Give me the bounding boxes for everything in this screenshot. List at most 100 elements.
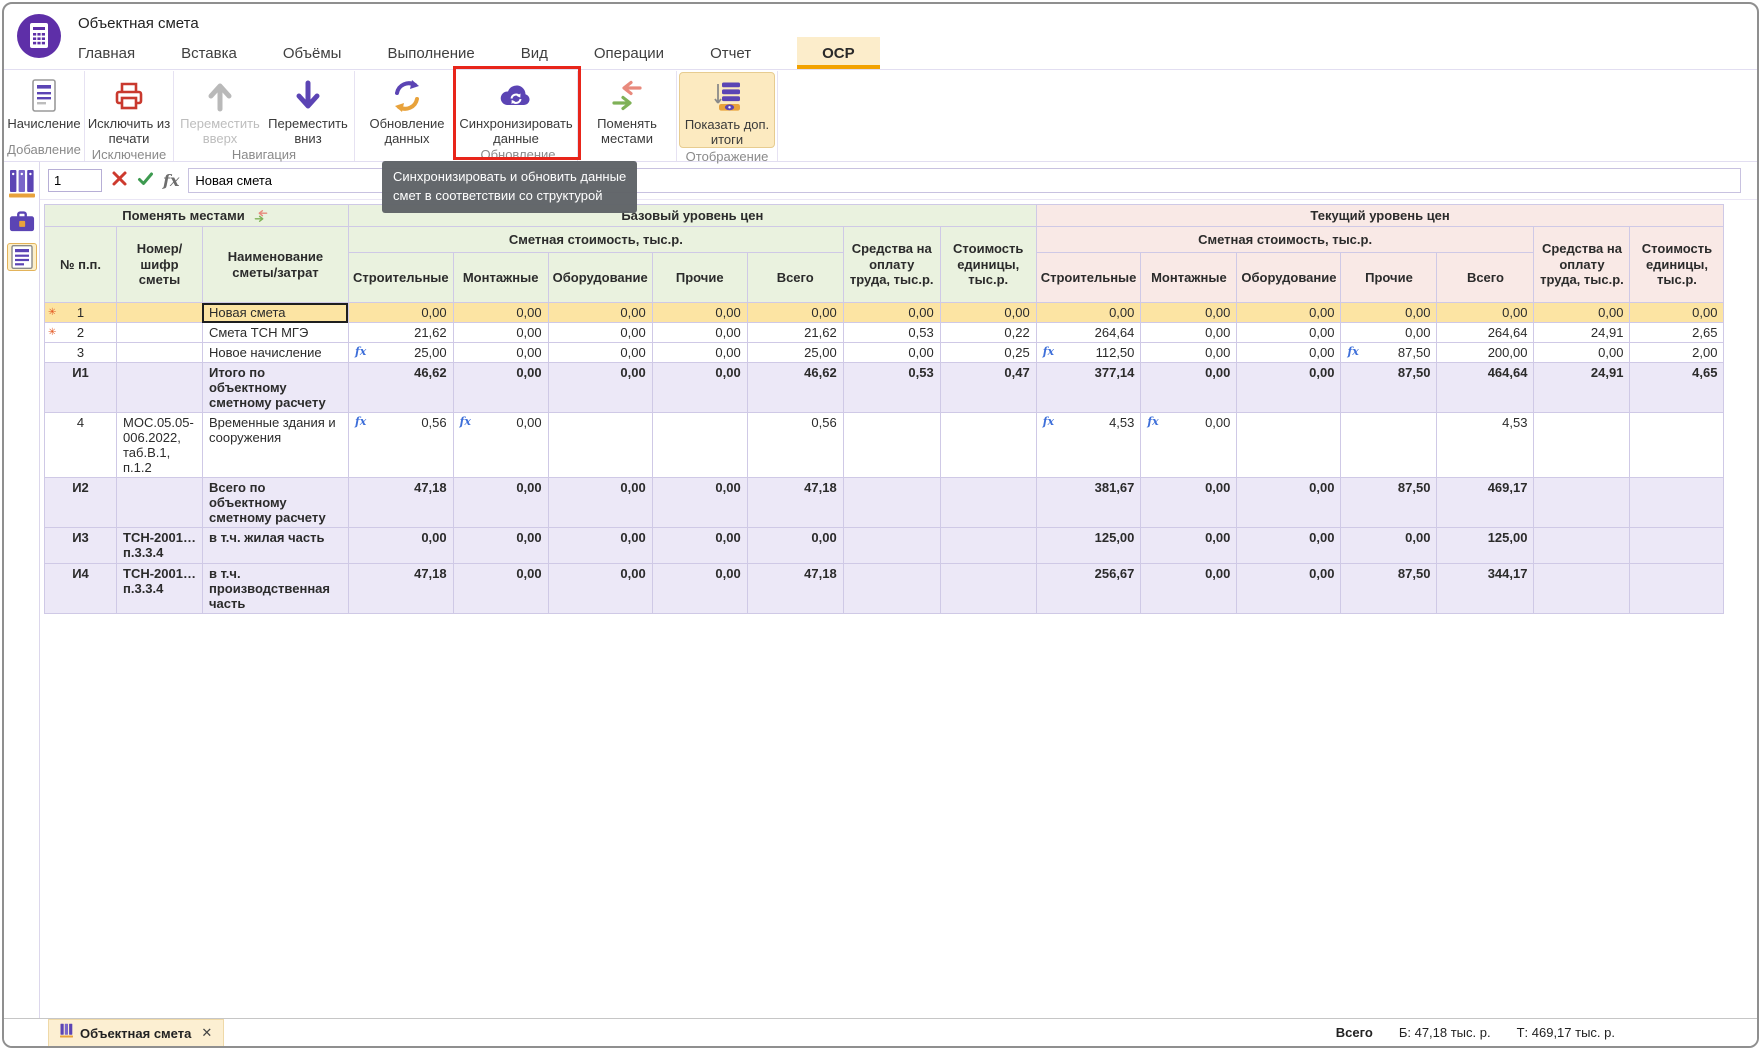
value-cell[interactable]: 0,00 bbox=[652, 528, 747, 564]
value-cell[interactable]: 0,00 bbox=[1141, 363, 1237, 413]
value-cell[interactable]: 87,50 bbox=[1341, 363, 1437, 413]
value-cell[interactable]: 0,00 bbox=[453, 528, 548, 564]
estimate-table-view-icon[interactable] bbox=[7, 243, 37, 271]
value-cell[interactable]: 0,00 bbox=[652, 323, 747, 343]
value-cell[interactable]: 0,00 bbox=[1141, 343, 1237, 363]
value-cell[interactable] bbox=[843, 528, 940, 564]
menu-tab-3[interactable]: Выполнение bbox=[387, 37, 474, 69]
estimate-name-cell[interactable]: Итого по объектному сметному расчету bbox=[202, 363, 348, 413]
value-cell[interactable]: 0,00 bbox=[1141, 564, 1237, 614]
value-cell[interactable]: 0,00 bbox=[1237, 303, 1341, 323]
value-cell[interactable] bbox=[1534, 413, 1630, 478]
value-cell[interactable]: 125,00 bbox=[1036, 528, 1141, 564]
value-cell[interactable]: 0,00 bbox=[453, 363, 548, 413]
value-cell[interactable]: 0,00 bbox=[1237, 323, 1341, 343]
estimate-code-cell[interactable] bbox=[117, 323, 203, 343]
value-cell[interactable]: 381,67 bbox=[1036, 478, 1141, 528]
value-cell[interactable]: 0,00 bbox=[843, 303, 940, 323]
value-cell[interactable]: 264,64 bbox=[1036, 323, 1141, 343]
show-extra-totals-button[interactable]: Показать доп. итоги bbox=[679, 72, 775, 148]
menu-tab-2[interactable]: Объёмы bbox=[283, 37, 342, 69]
value-cell[interactable]: fx112,50 bbox=[1036, 343, 1141, 363]
value-cell[interactable] bbox=[1341, 413, 1437, 478]
sync-data-button[interactable]: Синхронизировать данные bbox=[457, 72, 575, 146]
estimate-code-cell[interactable]: МОС.05.05-006.2022, таб.В.1, п.1.2 bbox=[117, 413, 203, 478]
value-cell[interactable]: 125,00 bbox=[1437, 528, 1534, 564]
cancel-icon[interactable] bbox=[111, 170, 128, 192]
value-cell[interactable]: 0,00 bbox=[1237, 528, 1341, 564]
value-cell[interactable]: 0,25 bbox=[940, 343, 1036, 363]
estimate-name-cell[interactable]: Временные здания и сооружения bbox=[202, 413, 348, 478]
value-cell[interactable] bbox=[843, 413, 940, 478]
menu-tab-7[interactable]: ОСР bbox=[797, 37, 880, 69]
row-number-cell[interactable]: И1 bbox=[45, 363, 117, 413]
value-cell[interactable] bbox=[843, 478, 940, 528]
value-cell[interactable] bbox=[843, 564, 940, 614]
value-cell[interactable]: 200,00 bbox=[1437, 343, 1534, 363]
value-cell[interactable]: 0,00 bbox=[652, 478, 747, 528]
value-cell[interactable]: 0,00 bbox=[548, 564, 652, 614]
value-cell[interactable]: 0,00 bbox=[1141, 478, 1237, 528]
value-cell[interactable]: 0,00 bbox=[548, 528, 652, 564]
row-number-cell[interactable]: И2 bbox=[45, 478, 117, 528]
estimate-name-cell[interactable]: в т.ч. жилая часть bbox=[202, 528, 348, 564]
value-cell[interactable]: 46,62 bbox=[747, 363, 843, 413]
close-tab-icon[interactable]: ✕ bbox=[201, 1025, 212, 1041]
value-cell[interactable]: 0,00 bbox=[548, 343, 652, 363]
estimate-code-cell[interactable] bbox=[117, 363, 203, 413]
value-cell[interactable]: fx25,00 bbox=[348, 343, 453, 363]
fx-icon[interactable]: fx bbox=[163, 171, 179, 190]
value-cell[interactable]: fx87,50 bbox=[1341, 343, 1437, 363]
value-cell[interactable] bbox=[940, 528, 1036, 564]
value-cell[interactable]: 0,00 bbox=[747, 528, 843, 564]
value-cell[interactable]: 21,62 bbox=[348, 323, 453, 343]
value-cell[interactable] bbox=[1630, 528, 1724, 564]
value-cell[interactable]: 344,17 bbox=[1437, 564, 1534, 614]
value-cell[interactable]: 47,18 bbox=[348, 564, 453, 614]
row-number-cell[interactable]: 3 bbox=[45, 343, 117, 363]
value-cell[interactable]: 0,00 bbox=[652, 564, 747, 614]
value-cell[interactable]: 24,91 bbox=[1534, 363, 1630, 413]
value-cell[interactable]: 0,53 bbox=[843, 363, 940, 413]
value-cell[interactable]: 25,00 bbox=[747, 343, 843, 363]
menu-tab-6[interactable]: Отчет bbox=[710, 37, 751, 69]
document-tab[interactable]: Объектная смета ✕ bbox=[48, 1019, 224, 1046]
value-cell[interactable]: 0,00 bbox=[453, 478, 548, 528]
value-cell[interactable]: 0,00 bbox=[1341, 323, 1437, 343]
value-cell[interactable]: 4,65 bbox=[1630, 363, 1724, 413]
value-cell[interactable] bbox=[1237, 413, 1341, 478]
value-cell[interactable]: 0,00 bbox=[453, 564, 548, 614]
value-cell[interactable]: 0,00 bbox=[1534, 303, 1630, 323]
value-cell[interactable]: 87,50 bbox=[1341, 478, 1437, 528]
move-up-button[interactable]: Переместить вверх bbox=[176, 72, 264, 146]
value-cell[interactable] bbox=[1534, 478, 1630, 528]
value-cell[interactable]: 0,00 bbox=[1141, 528, 1237, 564]
value-cell[interactable]: 0,00 bbox=[1237, 363, 1341, 413]
value-cell[interactable]: 0,56 bbox=[747, 413, 843, 478]
value-cell[interactable]: 0,00 bbox=[348, 528, 453, 564]
value-cell[interactable]: 0,00 bbox=[548, 323, 652, 343]
value-cell[interactable]: 0,00 bbox=[1141, 323, 1237, 343]
value-cell[interactable] bbox=[1630, 564, 1724, 614]
estimate-code-cell[interactable] bbox=[117, 343, 203, 363]
row-number-input[interactable] bbox=[48, 169, 102, 192]
value-cell[interactable]: 21,62 bbox=[747, 323, 843, 343]
row-number-cell[interactable]: 4 bbox=[45, 413, 117, 478]
value-cell[interactable]: 256,67 bbox=[1036, 564, 1141, 614]
value-cell[interactable]: 0,00 bbox=[1141, 303, 1237, 323]
binders-view-icon[interactable] bbox=[7, 169, 37, 197]
value-cell[interactable]: 2,65 bbox=[1630, 323, 1724, 343]
value-cell[interactable]: 0,53 bbox=[843, 323, 940, 343]
value-cell[interactable] bbox=[940, 478, 1036, 528]
value-cell[interactable]: fx0,56 bbox=[348, 413, 453, 478]
refresh-data-button[interactable]: Обновление данных bbox=[357, 72, 457, 146]
value-cell[interactable]: 264,64 bbox=[1437, 323, 1534, 343]
value-cell[interactable]: 2,00 bbox=[1630, 343, 1724, 363]
value-cell[interactable]: 0,00 bbox=[1341, 528, 1437, 564]
value-cell[interactable] bbox=[940, 413, 1036, 478]
menu-tab-4[interactable]: Вид bbox=[521, 37, 548, 69]
row-number-cell[interactable]: И3 bbox=[45, 528, 117, 564]
value-cell[interactable]: 0,00 bbox=[453, 303, 548, 323]
value-cell[interactable] bbox=[1630, 413, 1724, 478]
value-cell[interactable] bbox=[1630, 478, 1724, 528]
